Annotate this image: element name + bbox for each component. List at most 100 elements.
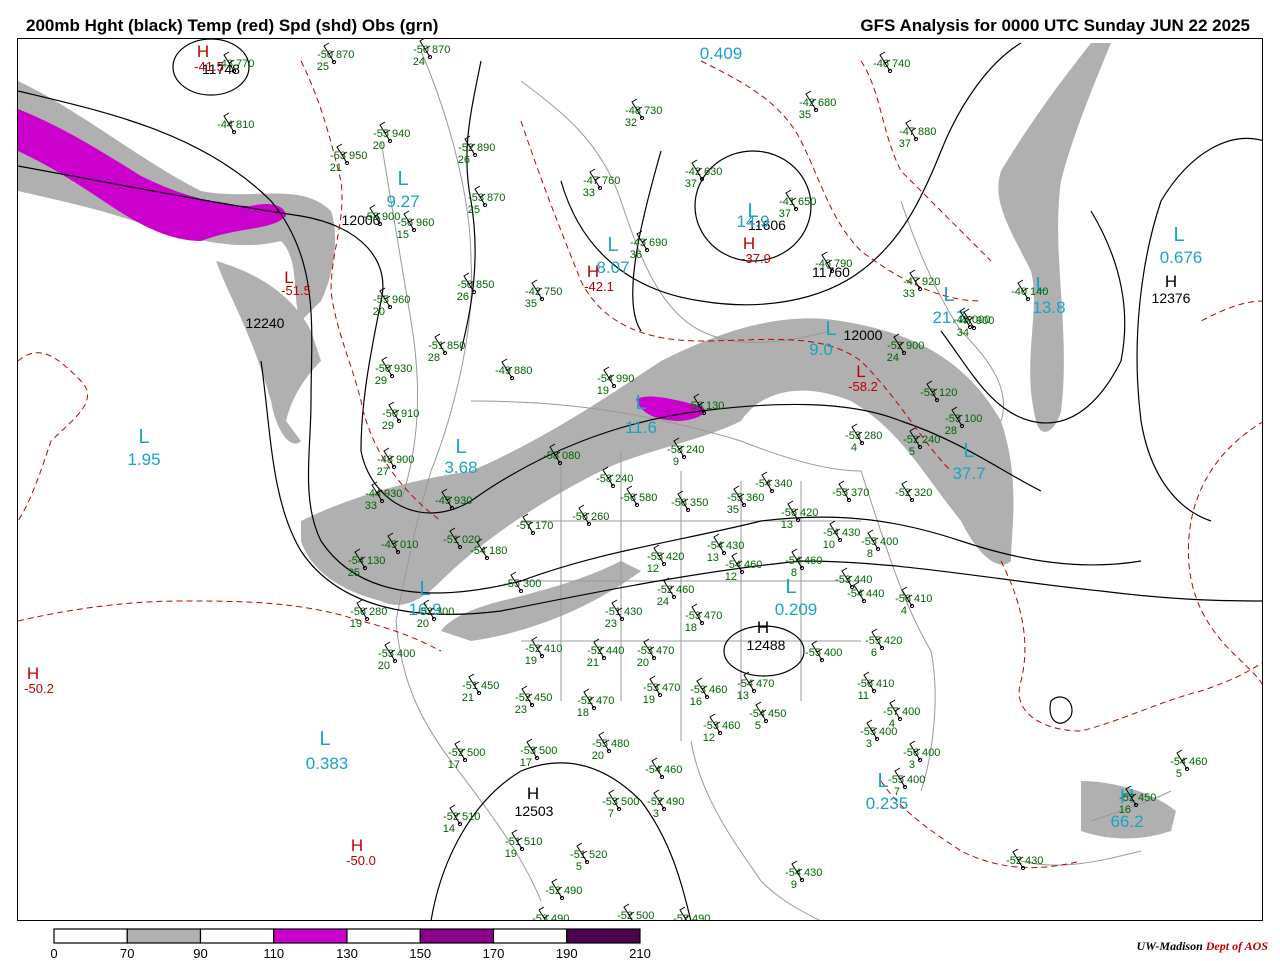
obs-height: 430 xyxy=(804,867,822,879)
station-observation: -56 260 xyxy=(572,504,609,527)
station-observation: -53 470 19 xyxy=(643,675,680,706)
station-observation: -51 510 19 xyxy=(505,829,542,860)
center-value-label: 0.409 xyxy=(700,44,743,63)
obs-temperature: -57 xyxy=(516,520,532,532)
station-observation: -52 490 3 xyxy=(647,789,684,820)
obs-temperature: -55 xyxy=(832,487,848,499)
station-observation: -54 470 13 xyxy=(737,671,774,702)
obs-temperature: -53 xyxy=(845,430,861,442)
low-center-marker: L xyxy=(397,168,408,190)
obs-dewpoint-depression: 32 xyxy=(625,117,637,129)
obs-temperature: -54 xyxy=(823,527,839,539)
center-value-label: 37.7 xyxy=(952,464,985,483)
obs-dewpoint-depression: 7 xyxy=(894,786,900,798)
obs-height: 350 xyxy=(690,497,708,509)
obs-temperature: -50 xyxy=(413,44,429,56)
station-observation: -52 320 xyxy=(895,480,932,503)
obs-dewpoint-depression: 33 xyxy=(365,500,377,512)
obs-height: 690 xyxy=(649,237,667,249)
station-observation: -55 940 20 xyxy=(373,121,410,152)
colorbar-tick: 130 xyxy=(336,946,358,961)
station-observation: -52 500 17 xyxy=(448,740,485,771)
obs-height: 910 xyxy=(401,408,419,420)
obs-temperature: -51 xyxy=(443,534,459,546)
obs-dewpoint-depression: 28 xyxy=(428,352,440,364)
obs-temperature: -51 xyxy=(505,836,521,848)
obs-dewpoint-depression: 33 xyxy=(583,187,595,199)
low-center-marker: L xyxy=(785,576,796,598)
weather-map: 11748 12000 12240 11606 11760 12000 12376 12488… xyxy=(17,38,1263,921)
station-observation: -52 440 21 xyxy=(587,638,624,669)
low-center-marker: L xyxy=(419,578,430,600)
obs-height: 770 xyxy=(236,58,254,70)
obs-height: 130 xyxy=(367,555,385,567)
obs-temperature: -52 xyxy=(515,692,531,704)
obs-dewpoint-depression: 21 xyxy=(330,162,342,174)
obs-temperature: -46 xyxy=(815,258,831,270)
obs-height: 990 xyxy=(616,373,634,385)
station-observation: -43 770 xyxy=(217,51,254,74)
obs-height: 080 xyxy=(562,450,580,462)
obs-dewpoint-depression: 12 xyxy=(725,571,737,583)
obs-dewpoint-depression: 20 xyxy=(592,750,604,762)
obs-temperature: -52 xyxy=(587,645,603,657)
obs-temperature: -51 xyxy=(570,849,586,861)
station-observation: -56 410 11 xyxy=(857,671,894,702)
station-observation: -53 280 4 xyxy=(845,423,882,454)
obs-temperature: -50 xyxy=(375,363,391,375)
obs-temperature: -53 xyxy=(330,150,346,162)
obs-temperature: -55 xyxy=(727,492,743,504)
obs-height: 810 xyxy=(236,119,254,131)
station-observation: -55 360 35 xyxy=(727,485,764,516)
obs-dewpoint-depression: 10 xyxy=(823,539,835,551)
obs-height: 170 xyxy=(535,520,553,532)
obs-temperature: -56 xyxy=(781,507,797,519)
obs-dewpoint-depression: 4 xyxy=(901,605,907,617)
obs-temperature: -51 xyxy=(605,606,621,618)
obs-temperature: -54 xyxy=(707,540,723,552)
station-observation: -53 440 xyxy=(835,567,872,590)
center-value-label: 0.383 xyxy=(306,754,349,773)
obs-height: 430 xyxy=(842,527,860,539)
obs-height: 500 xyxy=(539,745,557,757)
obs-temperature: -52 xyxy=(443,811,459,823)
obs-temperature: -53 xyxy=(920,387,936,399)
map-canvas: 1174812000122401160611760120001237612488… xyxy=(18,39,1262,920)
obs-dewpoint-depression: 3 xyxy=(653,808,659,820)
station-observation: -52 500 xyxy=(617,903,654,920)
obs-dewpoint-depression: 8 xyxy=(867,548,873,560)
station-observation: -53 870 25 xyxy=(468,185,505,216)
station-observation: -53 500 17 xyxy=(520,738,557,769)
station-observation: -51 450 21 xyxy=(462,673,499,704)
center-value-label: -37.9 xyxy=(741,251,771,266)
obs-temperature: -53 xyxy=(378,648,394,660)
obs-height: 320 xyxy=(914,487,932,499)
obs-temperature: -55 xyxy=(373,294,389,306)
wind-speed-colorbar xyxy=(53,928,641,944)
obs-height: 460 xyxy=(664,764,682,776)
station-observation: -54 340 xyxy=(755,471,792,494)
obs-temperature: -54 xyxy=(755,478,771,490)
low-center-marker: L xyxy=(825,318,836,340)
obs-height: 300 xyxy=(436,606,454,618)
station-observation: -50 870 25 xyxy=(317,42,354,73)
station-observation: -52 430 xyxy=(1006,848,1043,871)
obs-dewpoint-depression: 25 xyxy=(317,61,329,73)
obs-height: 440 xyxy=(854,574,872,586)
station-observation: -53 470 20 xyxy=(637,638,674,669)
obs-temperature: -52 xyxy=(545,885,561,897)
station-observation: -51 430 23 xyxy=(605,599,642,630)
obs-dewpoint-depression: 37 xyxy=(685,178,697,190)
low-center-marker: L xyxy=(138,426,149,448)
obs-temperature: -55 xyxy=(888,774,904,786)
colorbar-segment xyxy=(53,928,128,944)
height-contour-label: 12240 xyxy=(246,315,285,331)
station-observation: -56 580 xyxy=(620,485,657,508)
obs-dewpoint-depression: 26 xyxy=(458,154,470,166)
low-center-marker: L xyxy=(715,39,726,42)
station-observation: -46 740 xyxy=(873,51,910,74)
high-center-marker: H xyxy=(1165,272,1177,291)
station-observation: -43 690 36 xyxy=(630,230,667,261)
obs-height: 930 xyxy=(394,363,412,375)
center-value-label: 3.68 xyxy=(444,458,477,477)
